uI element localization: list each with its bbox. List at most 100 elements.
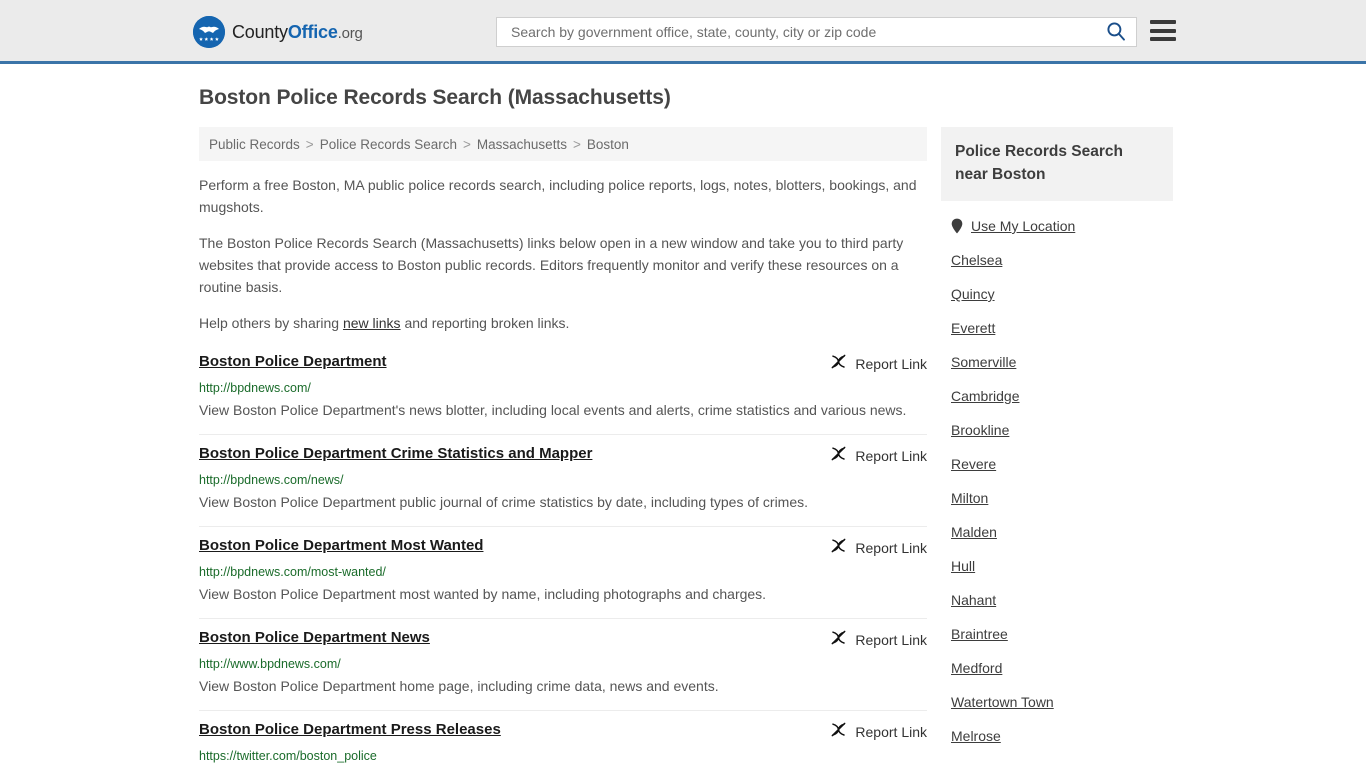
intro-section: Perform a free Boston, MA public police … <box>199 174 927 334</box>
sidebar-item-braintree[interactable]: Braintree <box>941 617 1173 651</box>
breadcrumb-item-massachusetts[interactable]: Massachusetts <box>477 137 567 152</box>
result-title-link[interactable]: Boston Police Department Most Wanted <box>199 536 483 556</box>
sidebar-item-melrose[interactable]: Melrose <box>941 719 1173 753</box>
city-link[interactable]: Medford <box>951 660 1002 676</box>
sidebar-item-brookline[interactable]: Brookline <box>941 413 1173 447</box>
result-title-link[interactable]: Boston Police Department News <box>199 628 430 648</box>
breadcrumb-item-police-records-search[interactable]: Police Records Search <box>320 137 457 152</box>
city-link[interactable]: Cambridge <box>951 388 1019 404</box>
map-pin-icon <box>951 218 963 234</box>
page-title: Boston Police Records Search (Massachuse… <box>199 86 671 109</box>
sidebar-item-hull[interactable]: Hull <box>941 549 1173 583</box>
breadcrumb-separator: > <box>305 136 314 152</box>
city-link[interactable]: Hull <box>951 558 975 574</box>
sidebar-item-medford[interactable]: Medford <box>941 651 1173 685</box>
report-link-label: Report Link <box>855 724 927 740</box>
city-link[interactable]: Somerville <box>951 354 1016 370</box>
result-url: http://bpdnews.com/most-wanted/ <box>199 565 386 579</box>
sidebar-item-malden[interactable]: Malden <box>941 515 1173 549</box>
result-title-link[interactable]: Boston Police Department Press Releases <box>199 720 501 740</box>
hamburger-bar <box>1150 28 1176 33</box>
report-link-button[interactable]: Report Link <box>830 445 927 467</box>
broken-link-icon <box>830 629 847 651</box>
city-link[interactable]: Nahant <box>951 592 996 608</box>
result-item: Boston Police Department Report Link htt… <box>199 348 927 435</box>
city-link[interactable]: Chelsea <box>951 252 1002 268</box>
breadcrumb-separator: > <box>572 136 581 152</box>
site-logo[interactable]: CountyOffice.org <box>193 16 363 48</box>
sidebar-nearby-list: Use My Location Chelsea Quincy Everett S… <box>941 209 1173 753</box>
city-link[interactable]: Revere <box>951 456 996 472</box>
report-link-label: Report Link <box>855 540 927 556</box>
new-links-link[interactable]: new links <box>343 315 401 331</box>
result-title-link[interactable]: Boston Police Department <box>199 352 387 372</box>
hamburger-menu-icon[interactable] <box>1150 20 1176 41</box>
search-icon <box>1106 21 1126 44</box>
logo-wordmark: CountyOffice.org <box>232 22 363 43</box>
page-body: Boston Police Records Search (Massachuse… <box>0 64 1366 768</box>
city-link[interactable]: Quincy <box>951 286 995 302</box>
main-content: Public Records > Police Records Search >… <box>199 127 927 768</box>
city-link[interactable]: Melrose <box>951 728 1001 744</box>
city-link[interactable]: Brookline <box>951 422 1009 438</box>
breadcrumb-item-boston[interactable]: Boston <box>587 137 629 152</box>
city-link[interactable]: Watertown Town <box>951 694 1054 710</box>
intro-paragraph-2: The Boston Police Records Search (Massac… <box>199 235 904 295</box>
report-link-button[interactable]: Report Link <box>830 629 927 651</box>
sidebar-item-quincy[interactable]: Quincy <box>941 277 1173 311</box>
logo-text-county: County <box>232 21 288 42</box>
report-link-label: Report Link <box>855 448 927 464</box>
search-button[interactable] <box>1104 21 1128 44</box>
result-description: View Boston Police Department home page,… <box>199 678 719 694</box>
broken-link-icon <box>830 721 847 743</box>
site-header: CountyOffice.org <box>0 0 1366 64</box>
result-header: Boston Police Department News Report Lin… <box>199 628 927 651</box>
sidebar-item-use-my-location[interactable]: Use My Location <box>941 209 1173 243</box>
breadcrumb-item-public-records[interactable]: Public Records <box>209 137 300 152</box>
report-link-label: Report Link <box>855 632 927 648</box>
result-url: http://bpdnews.com/ <box>199 381 311 395</box>
use-my-location-link[interactable]: Use My Location <box>971 218 1075 234</box>
hamburger-bar <box>1150 20 1176 24</box>
sidebar-item-revere[interactable]: Revere <box>941 447 1173 481</box>
intro-paragraph-1: Perform a free Boston, MA public police … <box>199 177 917 215</box>
result-title-link[interactable]: Boston Police Department Crime Statistic… <box>199 444 592 464</box>
broken-link-icon <box>830 445 847 467</box>
logo-text-office: Office <box>287 21 338 42</box>
sidebar-item-cambridge[interactable]: Cambridge <box>941 379 1173 413</box>
logo-text-org: .org <box>337 24 363 42</box>
breadcrumb-separator: > <box>463 136 471 152</box>
sidebar-item-chelsea[interactable]: Chelsea <box>941 243 1173 277</box>
results-list: Boston Police Department Report Link htt… <box>199 348 927 768</box>
city-link[interactable]: Milton <box>951 490 988 506</box>
result-item: Boston Police Department Most Wanted Rep… <box>199 527 927 619</box>
report-link-button[interactable]: Report Link <box>830 721 927 743</box>
sidebar: Police Records Search near Boston Use My… <box>941 127 1173 753</box>
result-item: Boston Police Department News Report Lin… <box>199 619 927 711</box>
eagle-badge-icon <box>193 16 225 48</box>
intro-text-after-link: and reporting broken links. <box>400 315 570 331</box>
result-header: Boston Police Department Press Releases <box>199 720 927 743</box>
broken-link-icon <box>830 353 847 375</box>
sidebar-item-watertown-town[interactable]: Watertown Town <box>941 685 1173 719</box>
city-link[interactable]: Malden <box>951 524 997 540</box>
result-url: https://twitter.com/boston_police <box>199 749 377 763</box>
search-input[interactable] <box>509 18 1104 46</box>
sidebar-item-somerville[interactable]: Somerville <box>941 345 1173 379</box>
sidebar-item-everett[interactable]: Everett <box>941 311 1173 345</box>
intro-text-before-link: Help others by sharing <box>199 315 343 331</box>
hamburger-bar <box>1150 37 1176 41</box>
result-description: View Boston Police Department public jou… <box>199 494 809 510</box>
search-bar[interactable] <box>496 17 1137 47</box>
result-header: Boston Police Department Most Wanted Rep… <box>199 536 927 559</box>
report-link-button[interactable]: Report Link <box>830 353 927 375</box>
sidebar-heading: Police Records Search near Boston <box>941 127 1173 201</box>
result-url: http://www.bpdnews.com/ <box>199 657 341 671</box>
result-header: Boston Police Department Report Link <box>199 352 927 375</box>
result-description: View Boston Police Department most wante… <box>199 586 767 602</box>
city-link[interactable]: Braintree <box>951 626 1008 642</box>
city-link[interactable]: Everett <box>951 320 995 336</box>
report-link-button[interactable]: Report Link <box>830 537 927 559</box>
sidebar-item-milton[interactable]: Milton <box>941 481 1173 515</box>
sidebar-item-nahant[interactable]: Nahant <box>941 583 1173 617</box>
